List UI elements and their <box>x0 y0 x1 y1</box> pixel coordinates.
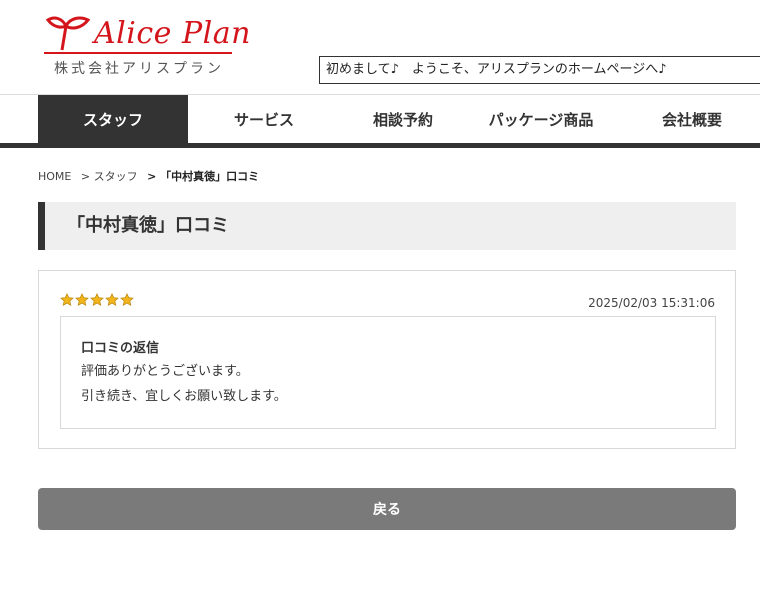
nav-item-staff[interactable]: スタッフ <box>38 95 188 143</box>
site-header: Alice Plan 株式会社アリスプラン 初めまして♪ ようこそ、アリスプラン… <box>0 0 760 95</box>
breadcrumb: HOME > スタッフ > 「中村真徳」口コミ <box>38 168 265 184</box>
reply-line: 評価ありがとうございます。 <box>81 364 249 379</box>
rating-stars <box>60 293 134 307</box>
reply-line: 引き続き、宜しくお願い致します。 <box>81 389 287 404</box>
star-icon <box>60 293 74 306</box>
breadcrumb-home[interactable]: HOME <box>38 170 71 183</box>
logo-subtitle: 株式会社アリスプラン <box>54 61 224 77</box>
main-nav: スタッフ サービス 相談予約 パッケージ商品 会社概要 <box>0 95 760 148</box>
review-date: 2025/02/03 15:31:06 <box>588 296 715 310</box>
reply-title: 口コミの返信 <box>81 341 160 356</box>
nav-item-service[interactable]: サービス <box>189 95 339 143</box>
star-icon <box>75 293 89 306</box>
logo-text: Alice Plan <box>94 16 251 51</box>
welcome-marquee: 初めまして♪ ようこそ、アリスプランのホームページへ♪ <box>319 56 760 84</box>
reply-box: 口コミの返信 評価ありがとうございます。 引き続き、宜しくお願い致します。 <box>60 316 716 429</box>
leaf-logo-icon <box>45 16 91 51</box>
star-icon <box>105 293 119 306</box>
review-card: 2025/02/03 15:31:06 口コミの返信 評価ありがとうございます。… <box>38 270 736 449</box>
star-icon <box>90 293 104 306</box>
back-button[interactable]: 戻る <box>38 488 736 530</box>
nav-item-company[interactable]: 会社概要 <box>617 95 760 143</box>
nav-item-consultation[interactable]: 相談予約 <box>328 95 478 143</box>
breadcrumb-current: > 「中村真徳」口コミ <box>147 170 260 183</box>
page-title: 「中村真徳」口コミ <box>38 202 736 250</box>
logo-underline <box>44 52 232 54</box>
site-logo[interactable]: Alice Plan 株式会社アリスプラン <box>44 14 250 84</box>
nav-item-package[interactable]: パッケージ商品 <box>466 95 616 143</box>
star-icon <box>120 293 134 306</box>
breadcrumb-staff[interactable]: > スタッフ <box>81 170 138 183</box>
